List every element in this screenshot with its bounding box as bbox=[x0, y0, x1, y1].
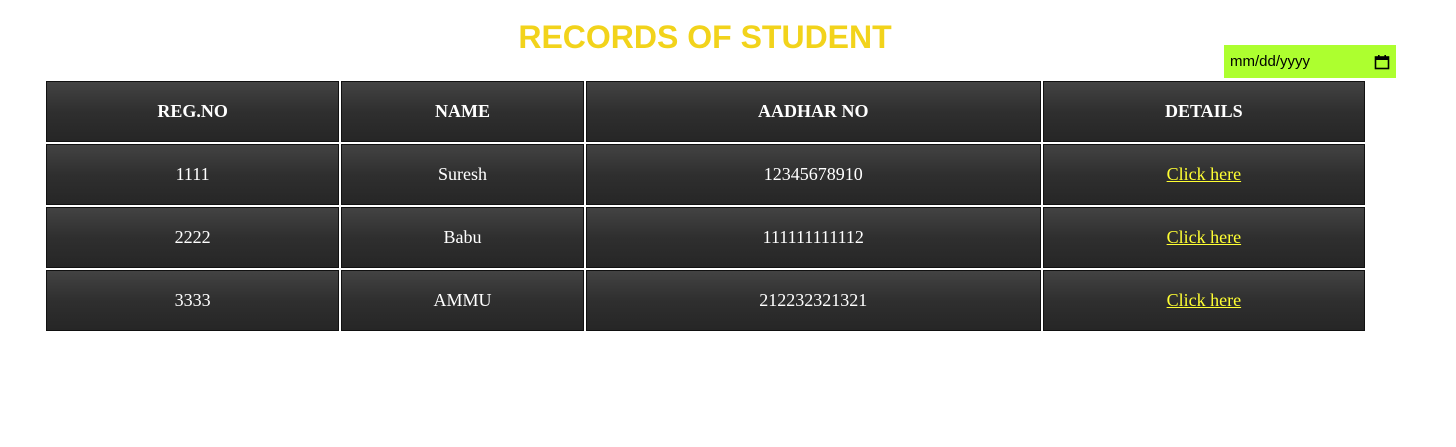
cell-name: Suresh bbox=[341, 144, 584, 205]
student-records-table: REG.NO NAME AADHAR NO DETAILS 1111 Sures… bbox=[44, 79, 1367, 333]
cell-name: AMMU bbox=[341, 270, 584, 331]
date-input[interactable]: mm/dd/yyyy bbox=[1224, 45, 1396, 78]
date-input-value[interactable]: mm/dd/yyyy bbox=[1230, 53, 1374, 70]
cell-aadhar-no: 111111111112 bbox=[585, 207, 1041, 268]
details-link[interactable]: Click here bbox=[1167, 290, 1241, 310]
cell-aadhar-no: 212232321321 bbox=[585, 270, 1041, 331]
cell-name: Babu bbox=[341, 207, 584, 268]
page-title: RECORDS OF STUDENT bbox=[518, 19, 892, 55]
table-row: 3333 AMMU 212232321321 Click here bbox=[46, 270, 1365, 331]
table-row: 2222 Babu 111111111112 Click here bbox=[46, 207, 1365, 268]
header-details: DETAILS bbox=[1042, 81, 1365, 142]
details-link[interactable]: Click here bbox=[1167, 164, 1241, 184]
header-name: NAME bbox=[341, 81, 584, 142]
cell-details: Click here bbox=[1042, 207, 1365, 268]
cell-reg-no: 2222 bbox=[46, 207, 340, 268]
cell-reg-no: 3333 bbox=[46, 270, 340, 331]
calendar-icon[interactable] bbox=[1374, 54, 1390, 70]
cell-reg-no: 1111 bbox=[46, 144, 340, 205]
table-row: 1111 Suresh 12345678910 Click here bbox=[46, 144, 1365, 205]
table-header-row: REG.NO NAME AADHAR NO DETAILS bbox=[46, 81, 1365, 142]
cell-aadhar-no: 12345678910 bbox=[585, 144, 1041, 205]
header-reg-no: REG.NO bbox=[46, 81, 340, 142]
cell-details: Click here bbox=[1042, 270, 1365, 331]
cell-details: Click here bbox=[1042, 144, 1365, 205]
details-link[interactable]: Click here bbox=[1167, 227, 1241, 247]
header-aadhar-no: AADHAR NO bbox=[585, 81, 1041, 142]
